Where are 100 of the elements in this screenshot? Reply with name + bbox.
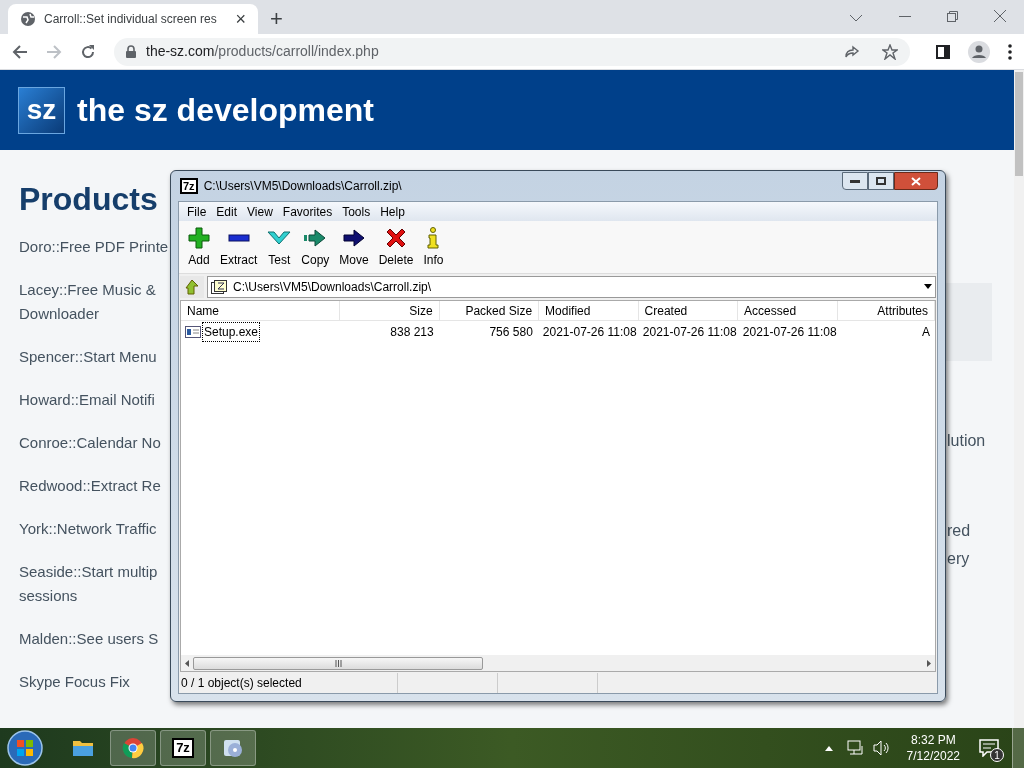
url-text: the-sz.com/products/carroll/index.php (146, 42, 379, 61)
toolbar-button[interactable]: Extract (215, 225, 263, 269)
close-icon[interactable] (994, 10, 1006, 22)
folder-icon (72, 739, 94, 757)
product-link[interactable]: Skype Focus Fix (19, 670, 130, 694)
app-icon[interactable]: 7z (180, 178, 198, 194)
notification-badge: 1 (990, 748, 1004, 762)
up-arrow-icon (184, 278, 200, 295)
clock[interactable]: 8:32 PM 7/12/2022 (898, 732, 968, 764)
address-text: C:\Users\VM5\Downloads\Carroll.zip\ (233, 278, 433, 296)
star-icon[interactable] (882, 43, 898, 60)
up-folder-button[interactable] (180, 275, 204, 298)
menu-icon[interactable] (1008, 43, 1012, 60)
taskbar-app-button[interactable] (210, 730, 256, 766)
volume-icon[interactable] (872, 740, 891, 756)
column-header[interactable]: Packed Size (439, 301, 540, 321)
column-header[interactable]: Modified (539, 301, 639, 321)
scroll-left-icon[interactable] (185, 659, 189, 667)
horizontal-scrollbar[interactable] (181, 655, 935, 671)
new-tab-button[interactable]: + (270, 8, 283, 30)
menu-item[interactable]: Tools (338, 202, 375, 221)
toolbar-button[interactable]: Move (334, 225, 374, 269)
column-header[interactable]: Attributes (837, 301, 936, 321)
column-header[interactable]: Size (340, 301, 440, 321)
action-center-button[interactable]: 1 (972, 733, 1006, 763)
plus-icon (188, 226, 210, 249)
toolbar-button[interactable]: Info (418, 225, 449, 269)
start-button[interactable] (6, 729, 44, 767)
table-cell-text: 2021-07-26 11:08 (641, 324, 738, 341)
close-button[interactable] (894, 172, 938, 190)
file-name[interactable]: Setup.exe (202, 322, 261, 342)
show-hidden-icon[interactable] (824, 745, 833, 751)
scroll-right-icon[interactable] (927, 659, 931, 667)
content-text: lution (947, 431, 986, 451)
site-logo[interactable]: sz (18, 86, 65, 134)
product-link[interactable]: Howard::Email Notifi (19, 388, 155, 412)
product-link[interactable]: Malden::See users S (19, 627, 159, 651)
toolbar-button[interactable]: Delete (373, 225, 419, 269)
column-header[interactable]: Name (181, 301, 341, 321)
product-link[interactable]: York::Network Traffic (19, 517, 157, 541)
clock-time: 8:32 PM (910, 732, 956, 748)
toolbar-button[interactable]: Add (183, 225, 215, 269)
archive-icon (211, 279, 227, 294)
browser-tab[interactable]: Carroll::Set individual screen res × (8, 4, 258, 34)
product-link[interactable]: Lacey::Free Music & Downloader (19, 278, 156, 326)
product-link[interactable]: Seaside::Start multip sessions (19, 560, 158, 608)
share-icon[interactable] (844, 43, 860, 60)
table-cell-text: A (920, 324, 931, 341)
toolbar-button[interactable]: Copy (296, 225, 335, 269)
dropdown-icon[interactable] (924, 284, 932, 289)
status-text: 0 / 1 object(s) selected (179, 673, 398, 693)
scroll-thumb[interactable] (193, 656, 483, 670)
tab-search-icon[interactable] (849, 14, 863, 22)
table-cell-text: 838 213 (389, 324, 435, 341)
column-header[interactable]: Created (638, 301, 739, 321)
minimize-button[interactable] (842, 172, 868, 190)
chrome-icon (122, 737, 144, 759)
taskbar-app-button[interactable]: 7z (160, 730, 206, 766)
menu-item[interactable]: File (183, 202, 211, 221)
minimize-icon[interactable] (899, 16, 911, 18)
address-field[interactable]: C:\Users\VM5\Downloads\Carroll.zip\ (207, 275, 936, 298)
clock-date: 7/12/2022 (906, 748, 960, 764)
product-link[interactable]: Redwood::Extract Re (19, 474, 161, 498)
menu-item[interactable]: Favorites (278, 202, 337, 221)
table-cell-text: 2021-07-26 11:08 (741, 324, 838, 341)
site-title[interactable]: the sz development (77, 86, 374, 134)
close-icon (911, 176, 921, 186)
address-bar[interactable]: the-sz.com/products/carroll/index.php (114, 37, 910, 66)
grip-icon (334, 659, 342, 667)
side-panel-icon[interactable] (936, 44, 950, 59)
window-title: C:\Users\VM5\Downloads\Carroll.zip\ (203, 178, 402, 195)
taskbar-app-button[interactable] (110, 730, 156, 766)
lock-icon (126, 45, 136, 58)
exe-file-icon (185, 326, 201, 338)
menu-item[interactable]: Help (376, 202, 409, 221)
content-text: red ery (947, 521, 971, 569)
sidebar-heading: Products (19, 183, 158, 215)
reload-icon[interactable] (80, 43, 96, 60)
arrow-icon (303, 226, 328, 249)
toolbar-button[interactable]: Test (262, 225, 297, 269)
column-header[interactable]: Accessed (738, 301, 838, 321)
arrow-icon (342, 226, 367, 249)
scrollbar[interactable] (1014, 70, 1024, 728)
network-icon[interactable] (846, 740, 865, 756)
product-link[interactable]: Conroe::Calendar No (19, 431, 161, 455)
app-label: 7z (172, 738, 194, 758)
profile-icon[interactable] (968, 40, 990, 63)
product-link[interactable]: Doro::Free PDF Printe (19, 235, 169, 259)
menu-item[interactable]: Edit (212, 202, 242, 221)
cross-icon (385, 226, 408, 249)
restore-icon[interactable] (947, 11, 958, 22)
menu-item[interactable]: View (243, 202, 277, 221)
product-link[interactable]: Spencer::Start Menu (19, 345, 157, 369)
minimize-icon (850, 179, 860, 183)
info-icon (426, 226, 441, 249)
table-cell-text: 756 580 (488, 324, 534, 341)
maximize-button[interactable] (868, 172, 894, 190)
disc-icon (222, 737, 244, 759)
close-button[interactable]: × (235, 10, 246, 28)
back-icon[interactable] (12, 43, 28, 60)
